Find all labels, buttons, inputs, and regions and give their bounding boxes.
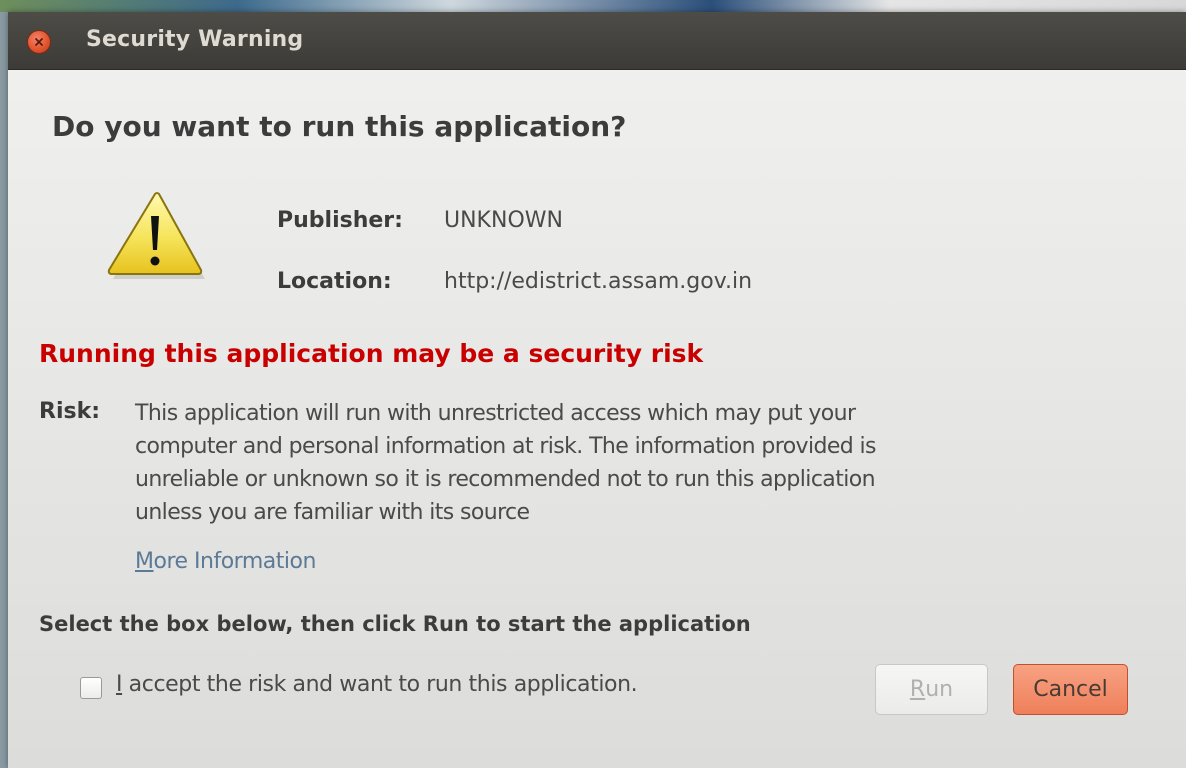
accept-risk-checkbox[interactable] [80, 677, 102, 699]
security-warning-dialog: Security Warning Do you want to run this… [8, 12, 1186, 768]
more-info-mnemonic: M [135, 549, 154, 574]
question-heading: Do you want to run this application? [52, 110, 627, 143]
more-information-link[interactable]: More Information [135, 549, 316, 574]
publisher-value: UNKNOWN [444, 208, 563, 233]
select-instruction: Select the box below, then click Run to … [39, 612, 751, 636]
location-label: Location: [277, 269, 392, 294]
dialog-title: Security Warning [86, 27, 304, 52]
close-button[interactable] [27, 30, 51, 54]
run-mnemonic: R [909, 677, 926, 702]
publisher-label: Publisher: [277, 208, 403, 233]
titlebar: Security Warning [8, 12, 1186, 70]
run-button[interactable]: Run [875, 664, 988, 715]
run-label: un [925, 677, 954, 702]
accept-label-text: accept the risk and want to run this app… [122, 672, 638, 697]
desktop-background [0, 0, 1186, 12]
risk-description: This application will run with unrestric… [135, 401, 877, 525]
risk-heading: Running this application may be a securi… [39, 339, 704, 368]
accept-risk-label[interactable]: I accept the risk and want to run this a… [116, 672, 638, 697]
more-info-label: ore Information [153, 549, 316, 574]
close-icon [35, 38, 43, 46]
cancel-button[interactable]: Cancel [1013, 664, 1128, 715]
warning-triangle-icon [107, 192, 205, 279]
location-value: http://edistrict.assam.gov.in [444, 269, 753, 294]
risk-label: Risk: [39, 399, 101, 424]
